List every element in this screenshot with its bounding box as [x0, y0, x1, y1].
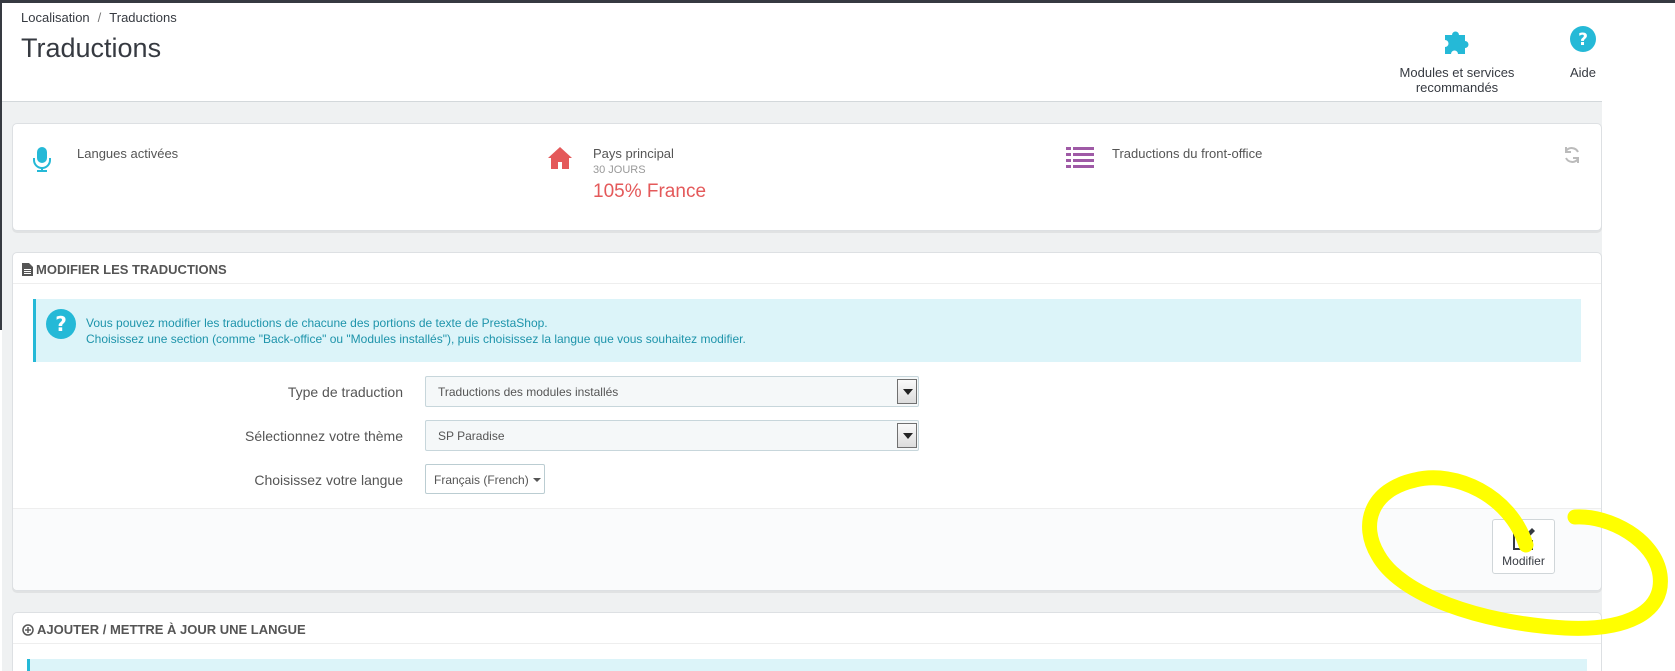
- language-label: Choisissez votre langue: [254, 472, 403, 488]
- modify-button-label: Modifier: [1502, 554, 1545, 568]
- panel-footer: Modifier: [13, 508, 1601, 590]
- kpi-title: Pays principal: [593, 146, 674, 161]
- refresh-icon[interactable]: [1563, 146, 1581, 169]
- kpi-subtitle: 30 JOURS: [593, 164, 646, 176]
- panel-heading-text: AJOUTER / METTRE À JOUR UNE LANGUE: [37, 622, 306, 637]
- panel-heading: MODIFIER LES TRADUCTIONS: [13, 253, 1601, 284]
- alert-line-2: Choisissez une section (comme "Back-offi…: [86, 332, 746, 346]
- type-select[interactable]: Traductions des modules installés: [425, 376, 919, 407]
- modify-button[interactable]: Modifier: [1492, 519, 1555, 574]
- kpi-title: Langues activées: [77, 146, 179, 161]
- theme-select-value: SP Paradise: [438, 429, 505, 443]
- language-row: Choisissez votre langue Français (French…: [13, 464, 1013, 496]
- type-select-value: Traductions des modules installés: [438, 385, 619, 399]
- microphone-icon: [31, 146, 53, 179]
- recommended-modules-label: Modules et services recommandés: [1399, 65, 1515, 95]
- edit-icon: [1512, 528, 1535, 550]
- help-button[interactable]: ? Aide: [1565, 25, 1601, 80]
- kpi-value: 105% France: [593, 181, 707, 202]
- chevron-down-icon[interactable]: [897, 423, 917, 448]
- kpi-panel: Langues activées Pays principal 30 JOURS…: [12, 123, 1602, 231]
- help-circle-icon: ?: [1565, 25, 1601, 59]
- recommended-modules-button[interactable]: Modules et services recommandés: [1357, 25, 1557, 95]
- theme-label: Sélectionnez votre thème: [245, 428, 403, 444]
- kpi-title: Traductions du front-office: [1112, 146, 1263, 161]
- theme-row: Sélectionnez votre thème SP Paradise: [13, 420, 1013, 452]
- home-icon: [547, 146, 573, 175]
- plus-circle-icon: [22, 624, 34, 636]
- svg-text:?: ?: [1578, 30, 1588, 50]
- page-content: Localisation / Traductions Traductions Mod…: [2, 3, 1602, 671]
- alert-line-1: Vous pouvez modifier les traductions de …: [86, 316, 548, 330]
- svg-text:?: ?: [55, 312, 67, 336]
- file-icon: [22, 263, 33, 276]
- puzzle-icon: [1357, 25, 1557, 59]
- page-title: Traductions: [21, 33, 162, 63]
- add-language-panel: AJOUTER / METTRE À JOUR UNE LANGUE: [12, 612, 1602, 671]
- type-row: Type de traduction Traductions des modul…: [13, 376, 1013, 408]
- help-label: Aide: [1569, 65, 1597, 80]
- theme-select[interactable]: SP Paradise: [425, 420, 919, 451]
- language-dropdown[interactable]: Français (French): [425, 464, 545, 494]
- breadcrumb-current: Traductions: [109, 10, 177, 25]
- breadcrumb: Localisation / Traductions: [21, 10, 177, 25]
- breadcrumb-parent[interactable]: Localisation: [21, 10, 90, 25]
- info-alert: [27, 659, 1587, 671]
- edit-translations-panel: MODIFIER LES TRADUCTIONS ? Vous pouvez m…: [12, 252, 1602, 591]
- caret-down-icon: [532, 478, 541, 482]
- breadcrumb-separator: /: [97, 10, 102, 25]
- list-icon: [1066, 146, 1094, 175]
- type-label: Type de traduction: [287, 384, 403, 400]
- info-alert: ? Vous pouvez modifier les traductions d…: [33, 299, 1581, 362]
- panel-heading-text: MODIFIER LES TRADUCTIONS: [36, 262, 227, 277]
- panel-heading: AJOUTER / METTRE À JOUR UNE LANGUE: [13, 613, 1601, 644]
- page-header: Localisation / Traductions Traductions Mod…: [2, 3, 1602, 102]
- chevron-down-icon[interactable]: [897, 379, 917, 404]
- language-dropdown-value: Français (French): [434, 473, 529, 487]
- help-circle-icon: ?: [45, 308, 77, 343]
